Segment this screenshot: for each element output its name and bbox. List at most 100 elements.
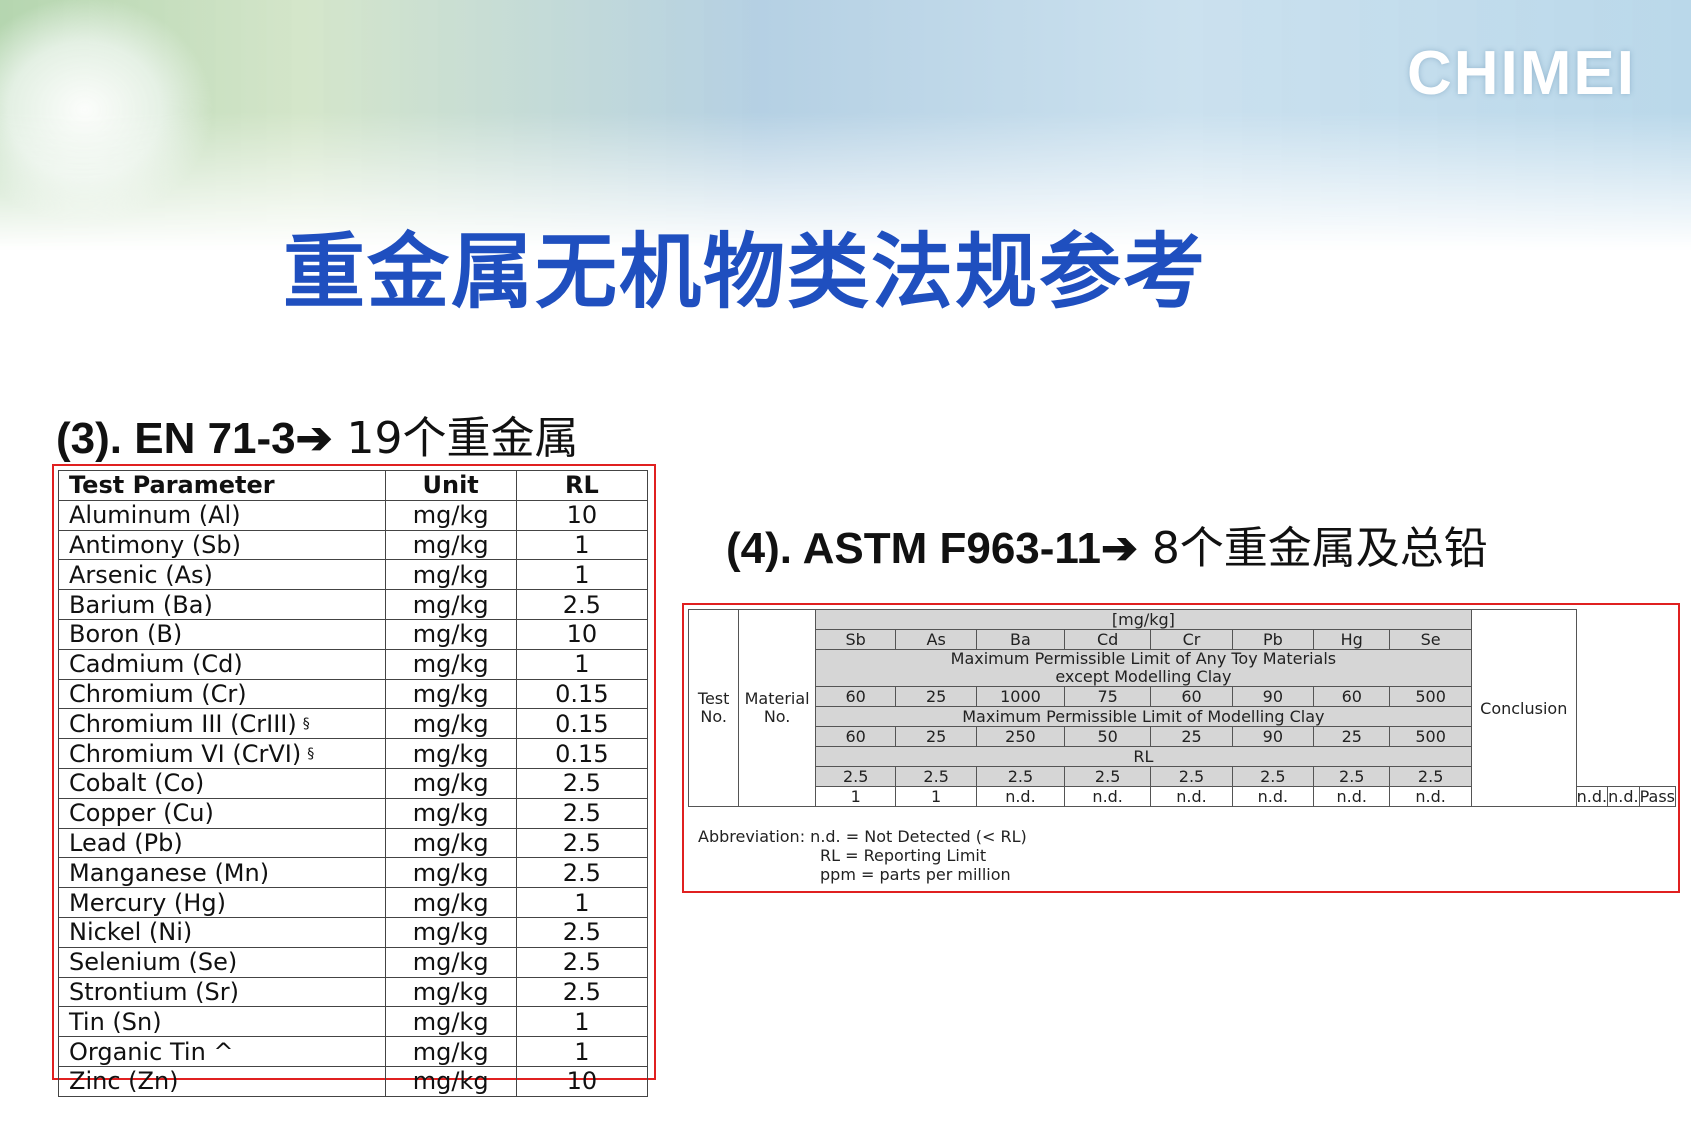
param-cell: Chromium VI (CrVI) § [58,738,386,769]
rl-cell: 0.15 [515,708,649,740]
table-row: Antimony (Sb) mg/kg 1 [58,529,649,561]
unit-cell: mg/kg [384,976,517,1008]
en71-header-row: Test Parameter Unit RL [58,470,649,501]
rl-cell: 0.15 [515,678,649,710]
rl-cell: 2.5 [814,766,897,787]
unit-label: [mg/kg] [814,609,1472,630]
result-test-no: 1 [814,786,897,807]
en71-heading-desc: 19个重金属 [346,413,579,464]
param-cell: Strontium (Sr) [58,976,386,1008]
limit_any-cell: 60 [1313,686,1391,707]
result-value: n.d. [1607,786,1640,807]
rl-label: RL [814,746,1472,767]
elements-cell: Hg [1313,629,1391,650]
result-value: n.d. [1063,786,1152,807]
rl-cell: 2.5 [515,767,649,799]
conclusion-header: Conclusion [1470,609,1577,807]
result-conclusion: Pass [1638,786,1677,807]
result-value: n.d. [975,786,1066,807]
table-row: Selenium (Se) mg/kg 2.5 [58,946,649,978]
limit_any-cell: 500 [1389,686,1472,707]
material-no-header: Material No. [738,609,816,807]
rl-cell: 10 [515,618,649,650]
table-row: Cobalt (Co) mg/kg 2.5 [58,767,649,799]
astm-heading: (4). ASTM F963-11➔ 8个重金属及总铅 [726,512,1488,576]
table-row: Arsenic (As) mg/kg 1 [58,559,649,591]
param-cell: Selenium (Se) [58,946,386,978]
rl-cell: 2.5 [515,857,649,889]
abbreviation-note: Abbreviation: n.d. = Not Detected (< RL)… [698,827,1027,884]
en71-table-frame: Test Parameter Unit RL Aluminum (Al) mg/k… [52,464,656,1097]
elements-cell: As [895,629,977,650]
unit-cell: mg/kg [384,1036,517,1067]
table-row: Aluminum (Al) mg/kg 10 [58,499,649,531]
table-row: Chromium III (CrIII) § mg/kg 0.15 [58,708,649,740]
unit-cell: mg/kg [384,738,517,769]
en71-table: Test Parameter Unit RL Aluminum (Al) mg/k… [58,470,649,1097]
param-cell: Cobalt (Co) [58,767,386,799]
table-row: Chromium (Cr) mg/kg 0.15 [58,678,649,710]
en71-heading-standard: (3). EN 71-3 [56,414,296,463]
rl-cell: 1 [515,887,649,918]
chimei-logo: CHIMEI [1407,39,1636,108]
rl-cell: 2.5 [515,797,649,829]
astm-table: Test No. Material No. [mg/kg] Conclusion S… [687,609,1677,807]
unit-cell: mg/kg [384,767,517,799]
rl-cell: 1 [515,1036,649,1067]
limit_any-cell: 1000 [975,686,1066,707]
unit-cell: mg/kg [384,618,517,650]
en71-heading: (3). EN 71-3➔ 19个重金属 [56,402,579,466]
param-cell: Boron (B) [58,618,386,650]
table-row: Mercury (Hg) mg/kg 1 [58,887,649,918]
param-cell: Tin (Sn) [58,1006,386,1038]
unit-cell: mg/kg [384,529,517,561]
header-rl: RL [515,470,649,501]
unit-cell: mg/kg [384,589,517,620]
rl-cell: 2.5 [1150,766,1233,787]
param-cell: Nickel (Ni) [58,916,386,948]
param-cell: Aluminum (Al) [58,499,386,531]
limit_clay-cell: 25 [1313,726,1391,747]
abbreviation-line: Abbreviation: n.d. = Not Detected (< RL) [698,827,1027,846]
limit_clay-cell: 50 [1063,726,1152,747]
astm-heading-desc: 8个重金属及总铅 [1151,523,1488,574]
test-no-header: Test No. [687,609,740,807]
param-cell: Mercury (Hg) [58,887,386,918]
unit-cell: mg/kg [384,857,517,889]
limit_clay-cell: 25 [1150,726,1233,747]
unit-cell: mg/kg [384,916,517,948]
limit_any-cell: 90 [1231,686,1315,707]
elements-cell: Ba [975,629,1066,650]
result-value: n.d. [1389,786,1472,807]
page-title: 重金属无机物类法规参考 [283,225,1208,320]
limit_any-cell: 75 [1063,686,1152,707]
abbreviation-line: RL = Reporting Limit [820,846,987,865]
param-cell: Cadmium (Cd) [58,648,386,680]
limit_clay-cell: 250 [975,726,1066,747]
rl-cell: 2.5 [515,976,649,1008]
rl-cell: 2.5 [515,827,649,859]
elements-cell: Se [1389,629,1472,650]
param-cell: Arsenic (As) [58,559,386,591]
astm-table-frame: Test No. Material No. [mg/kg] Conclusion S… [682,603,1680,893]
elements-cell: Sb [814,629,897,650]
elements-cell: Cd [1063,629,1152,650]
limit_any-cell: 60 [1150,686,1233,707]
rl-cell: 1 [515,648,649,680]
unit-cell: mg/kg [384,648,517,680]
rl-cell: 2.5 [1063,766,1152,787]
param-cell: Manganese (Mn) [58,857,386,889]
table-row: Nickel (Ni) mg/kg 2.5 [58,916,649,948]
table-row: Cadmium (Cd) mg/kg 1 [58,648,649,680]
rl-cell: 1 [515,559,649,591]
param-cell: Zinc (Zn) [58,1065,386,1097]
param-cell: Lead (Pb) [58,827,386,859]
header-unit: Unit [384,470,517,501]
result-value: n.d. [1575,786,1609,807]
rl-cell: 10 [515,499,649,531]
param-cell: Organic Tin ^ [58,1036,386,1067]
limit_any-cell: 25 [895,686,977,707]
unit-cell: mg/kg [384,1065,517,1097]
result-material-no: 1 [895,786,977,807]
param-cell: Chromium (Cr) [58,678,386,710]
